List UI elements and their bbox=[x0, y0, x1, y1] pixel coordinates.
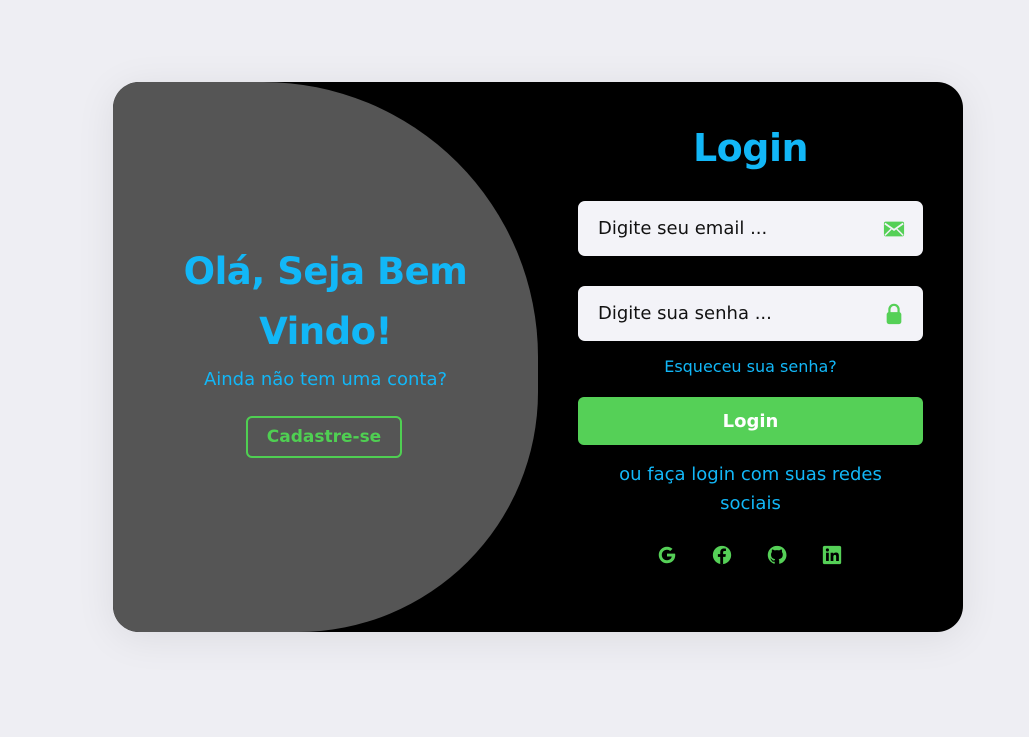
password-input[interactable] bbox=[578, 286, 888, 341]
welcome-title-line2: Vindo! bbox=[259, 310, 392, 353]
forgot-password-link[interactable]: Esqueceu sua senha? bbox=[578, 357, 923, 376]
email-input[interactable] bbox=[578, 201, 888, 256]
google-icon[interactable] bbox=[656, 544, 678, 566]
welcome-title-line1: Olá, Seja Bem bbox=[183, 250, 468, 293]
social-login-icons bbox=[653, 544, 853, 568]
envelope-icon bbox=[883, 221, 905, 237]
welcome-title: Olá, Seja Bem Vindo! bbox=[153, 242, 498, 362]
login-button[interactable]: Login bbox=[578, 397, 923, 445]
email-field[interactable] bbox=[578, 201, 923, 256]
login-title: Login bbox=[692, 126, 809, 170]
social-login-text: ou faça login com suas redes sociais bbox=[619, 464, 882, 514]
linkedin-icon[interactable] bbox=[821, 544, 843, 566]
github-icon[interactable] bbox=[766, 544, 788, 566]
signup-button[interactable]: Cadastre-se bbox=[246, 416, 402, 458]
welcome-subtitle: Ainda não tem uma conta? bbox=[203, 369, 448, 390]
password-field[interactable] bbox=[578, 286, 923, 341]
lock-icon bbox=[886, 303, 902, 325]
login-card: Olá, Seja Bem Vindo! Ainda não tem uma c… bbox=[113, 82, 963, 632]
facebook-icon[interactable] bbox=[711, 544, 733, 566]
